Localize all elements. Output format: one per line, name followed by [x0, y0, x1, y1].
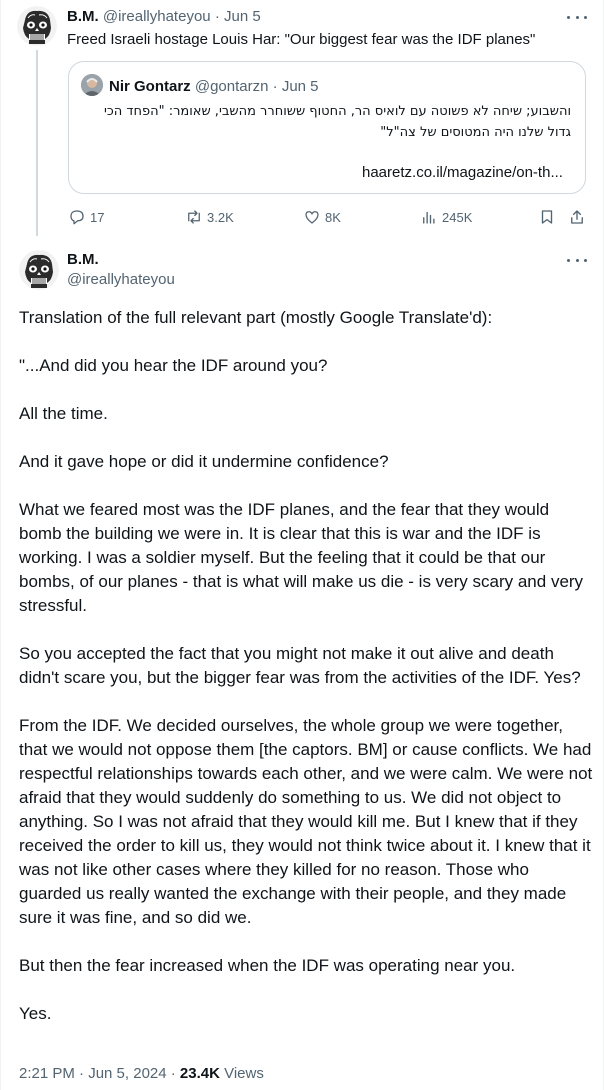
views-chart-icon — [423, 211, 435, 224]
person-photo-icon — [81, 74, 103, 96]
quoted-author-handle[interactable]: @gontarzn — [195, 78, 269, 95]
tweet-body: Translation of the full relevant part (m… — [19, 306, 594, 1026]
tweet-paragraph: Translation of the full relevant part (m… — [19, 308, 493, 327]
tweet-header: B.M. @ireallyhateyou · Jun 5 — [67, 8, 261, 26]
tweet-text: Freed Israeli hostage Louis Har: "Our bi… — [67, 31, 536, 48]
tweet-paragraph: From the IDF. We decided ourselves, the … — [19, 716, 593, 927]
more-dots-icon[interactable] — [567, 255, 587, 265]
tweet-paragraph: "...And did you hear the IDF around you? — [19, 356, 328, 375]
reply-button[interactable]: 17 — [68, 206, 104, 228]
tweet-timestamp[interactable]: 2:21 PM · Jun 5, 2024 · — [19, 1065, 180, 1082]
tweet-paragraph: But then the fear increased when the IDF… — [19, 956, 516, 975]
tweet-action-bar: 17 3.2K 8K 245K — [1, 206, 604, 228]
skull-avatar-icon — [17, 6, 57, 46]
skull-avatar-icon — [19, 250, 59, 290]
tweet-thread-page: B.M. @ireallyhateyou · Jun 5 Freed Israe… — [0, 0, 604, 1090]
repost-icon — [188, 210, 200, 224]
tweet-paragraph: So you accepted the fact that you might … — [19, 644, 581, 687]
quoted-text-line: והשבוע; שיחה לא פשוטה עם לואיס הר, החטוף… — [103, 104, 571, 119]
quoted-text-line: גדול שלנו היה המטוסים של צה"ל" — [380, 125, 571, 140]
separator-dot: · — [272, 78, 278, 95]
author-handle[interactable]: @ireallyhateyou — [67, 271, 175, 289]
tweet-paragraph: Yes. — [19, 1004, 52, 1023]
tweet-date[interactable]: Jun 5 — [224, 8, 261, 25]
author-name[interactable]: B.M. — [67, 251, 99, 269]
like-button[interactable]: 8K — [303, 206, 341, 228]
reply-count: 17 — [90, 209, 105, 225]
repost-count: 3.2K — [207, 209, 234, 225]
heart-icon — [305, 211, 319, 224]
quoted-author-avatar — [81, 74, 103, 96]
quoted-author-name[interactable]: Nir Gontarz — [109, 78, 191, 95]
tweet-paragraph: And it gave hope or did it undermine con… — [19, 452, 389, 471]
bookmark-button[interactable] — [538, 206, 560, 228]
quoted-tweet-date[interactable]: Jun 5 — [282, 78, 319, 95]
tweet-paragraph: What we feared most was the IDF planes, … — [19, 500, 584, 615]
author-avatar[interactable] — [19, 250, 59, 290]
author-handle[interactable]: @ireallyhateyou — [103, 8, 211, 25]
author-avatar[interactable] — [17, 6, 57, 46]
quoted-tweet-card[interactable]: Nir Gontarz @gontarzn · Jun 5 והשבוע; שי… — [68, 61, 586, 194]
views-button[interactable]: 245K — [420, 206, 472, 228]
views-count: 245K — [442, 209, 473, 225]
views-total: 23.4K — [179, 1065, 220, 1082]
repost-button[interactable]: 3.2K — [185, 206, 234, 228]
views-label: Views — [219, 1065, 264, 1082]
like-count: 8K — [325, 209, 341, 225]
quoted-tweet-header: Nir Gontarz @gontarzn · Jun 5 — [109, 78, 319, 96]
quoted-tweet-link[interactable]: haaretz.co.il/magazine/on-th... — [362, 164, 563, 182]
quoted-tweet-text: והשבוע; שיחה לא פשוטה עם לואיס הר, החטוף… — [81, 101, 571, 143]
share-button[interactable] — [568, 206, 590, 228]
separator-dot: · — [214, 8, 220, 25]
reply-icon — [70, 210, 84, 225]
tweet-meta: 2:21 PM · Jun 5, 2024 · 23.4K Views — [19, 1064, 264, 1084]
tweet-paragraph: All the time. — [19, 404, 108, 423]
more-dots-icon[interactable] — [567, 12, 587, 22]
bookmark-icon — [541, 210, 553, 224]
share-icon — [571, 210, 583, 224]
author-name[interactable]: B.M. — [67, 8, 99, 25]
